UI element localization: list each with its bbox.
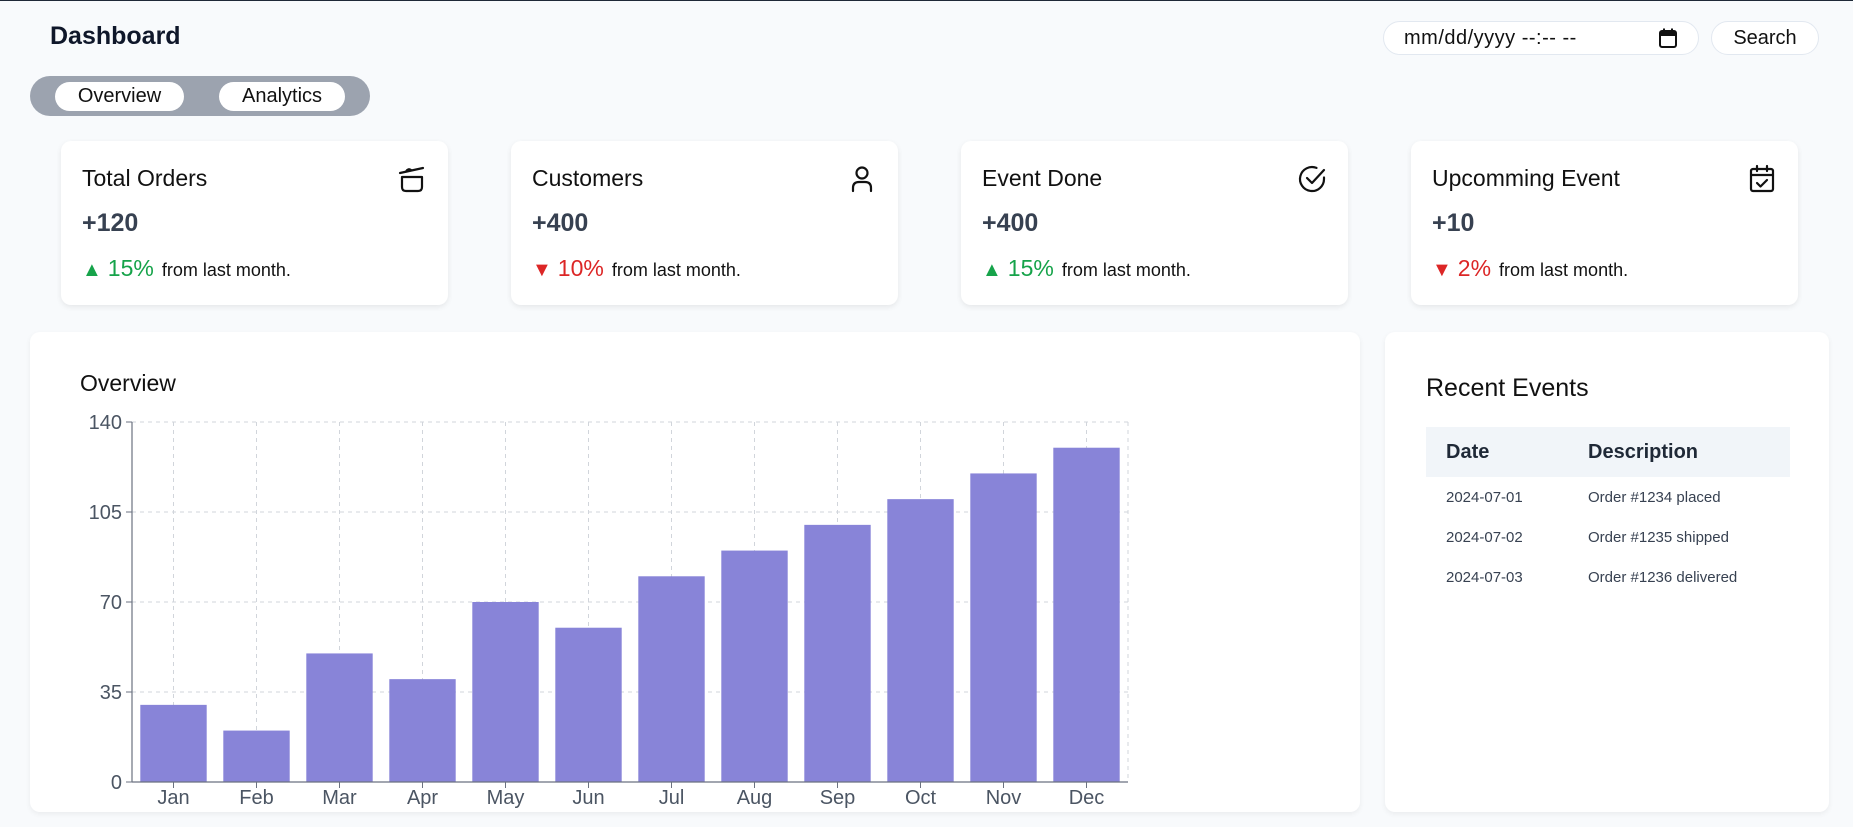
- table-row: 2024-07-03 Order #1236 delivered: [1426, 557, 1790, 597]
- stat-change-percent: 2%: [1457, 255, 1492, 281]
- pot-icon: [396, 163, 428, 195]
- column-header-description: Description: [1568, 427, 1790, 477]
- x-tick-label: Jun: [572, 787, 604, 809]
- overview-bar-chart: 0 35 70 105 140 Jan Feb Mar Apr May Jun Jul Aug Sep Oc…: [89, 412, 1129, 809]
- x-tick-label: Dec: [1069, 787, 1105, 809]
- event-date: 2024-07-01: [1446, 488, 1523, 506]
- stat-card-customers: Customers +400 ▼ 10% from last month.: [511, 141, 898, 305]
- x-tick-label: Aug: [737, 787, 773, 809]
- tab-analytics[interactable]: Analytics: [219, 82, 345, 111]
- y-tick-label: 140: [89, 412, 122, 434]
- stat-title: Customers: [532, 165, 644, 191]
- y-tick-label: 70: [100, 592, 122, 614]
- stat-title: Total Orders: [82, 165, 208, 191]
- bar-aug: [721, 550, 788, 782]
- stat-value: +400: [982, 209, 1039, 237]
- column-header-date: Date: [1426, 427, 1568, 477]
- stat-change: ▼ 2% from last month.: [1432, 255, 1628, 282]
- bar-may: [472, 602, 539, 782]
- search-button[interactable]: Search: [1711, 21, 1819, 55]
- stat-change: ▲ 15% from last month.: [982, 255, 1191, 282]
- y-tick-label: 105: [89, 502, 122, 524]
- arrow-up-icon: ▲: [982, 259, 1002, 281]
- bar-jul: [638, 576, 705, 782]
- event-description: Order #1236 delivered: [1588, 568, 1738, 586]
- date-time-placeholder: mm/dd/yyyy --:-- --: [1404, 26, 1577, 49]
- stat-card-event-done: Event Done +400 ▲ 15% from last month.: [961, 141, 1348, 305]
- date-time-input[interactable]: mm/dd/yyyy --:-- --: [1383, 21, 1699, 55]
- stat-change-percent: 10%: [557, 255, 604, 281]
- event-description: Order #1234 placed: [1588, 488, 1721, 506]
- bar-nov: [970, 473, 1037, 782]
- x-tick-label: May: [487, 787, 525, 809]
- stat-change-note: from last month.: [161, 260, 291, 280]
- stat-change-note: from last month.: [1061, 260, 1191, 280]
- bar-apr: [389, 679, 456, 782]
- x-tick-label: Apr: [407, 787, 438, 809]
- stat-change-note: from last month.: [1499, 260, 1629, 280]
- y-tick-label: 0: [111, 772, 122, 794]
- recent-events-title: Recent Events: [1426, 374, 1589, 402]
- event-description: Order #1235 shipped: [1588, 528, 1729, 546]
- stat-change-note: from last month.: [611, 260, 741, 280]
- check-circle-icon: [1296, 163, 1328, 195]
- stat-change: ▼ 10% from last month.: [532, 255, 741, 282]
- table-row: 2024-07-01 Order #1234 placed: [1426, 477, 1790, 517]
- stat-change: ▲ 15% from last month.: [82, 255, 291, 282]
- x-tick-label: Jan: [157, 787, 189, 809]
- x-tick-label: Jul: [659, 787, 685, 809]
- tab-list: Overview Analytics: [30, 76, 370, 116]
- y-tick-label: 35: [100, 682, 122, 704]
- bar-jun: [555, 627, 622, 782]
- stat-change-percent: 15%: [107, 255, 154, 281]
- stat-title: Event Done: [982, 165, 1103, 191]
- stat-value: +10: [1432, 209, 1475, 237]
- x-tick-label: Sep: [820, 787, 856, 809]
- bar-dec: [1053, 447, 1120, 782]
- x-tick-label: Nov: [986, 787, 1022, 809]
- recent-events-table: Date Description 2024-07-01 Order #1234 …: [1426, 427, 1790, 597]
- calendar-check-icon: [1746, 163, 1778, 195]
- arrow-down-icon: ▼: [532, 259, 552, 281]
- bar-jan: [140, 704, 207, 782]
- arrow-up-icon: ▲: [82, 259, 102, 281]
- x-tick-label: Mar: [322, 787, 357, 809]
- bar-mar: [306, 653, 373, 782]
- recent-events-panel: Recent Events Date Description 2024-07-0…: [1385, 332, 1829, 812]
- stat-card-upcoming-event: Upcomming Event +10 ▼ 2% from last month…: [1411, 141, 1798, 305]
- page-title: Dashboard: [50, 22, 181, 50]
- stat-value: +400: [532, 209, 589, 237]
- stat-change-percent: 15%: [1007, 255, 1054, 281]
- event-date: 2024-07-02: [1446, 528, 1523, 546]
- user-icon: [846, 163, 878, 195]
- bar-feb: [223, 730, 290, 782]
- tab-overview[interactable]: Overview: [55, 82, 184, 111]
- x-tick-label: Feb: [239, 787, 273, 809]
- stat-title: Upcomming Event: [1432, 165, 1620, 191]
- bar-oct: [887, 499, 954, 782]
- calendar-icon[interactable]: [1658, 28, 1678, 48]
- stat-card-total-orders: Total Orders +120 ▲ 15% from last month.: [61, 141, 448, 305]
- event-date: 2024-07-03: [1446, 568, 1523, 586]
- table-row: 2024-07-02 Order #1235 shipped: [1426, 517, 1790, 557]
- arrow-down-icon: ▼: [1432, 259, 1452, 281]
- x-tick-label: Oct: [905, 787, 937, 809]
- top-border: [0, 0, 1853, 1]
- table-header-row: Date Description: [1426, 427, 1790, 477]
- stat-value: +120: [82, 209, 139, 237]
- overview-panel: Overview 0 35 70 105 140 Jan Feb Mar Apr May Jun Ju…: [30, 332, 1360, 812]
- bar-sep: [804, 524, 871, 782]
